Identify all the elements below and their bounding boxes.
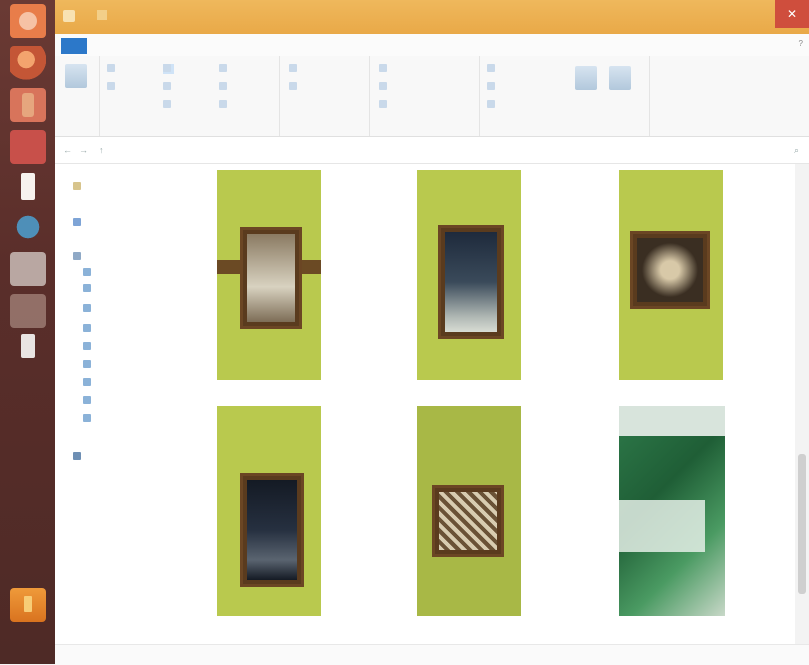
nav-item-favorites[interactable]: [73, 182, 84, 194]
videos-icon: [83, 360, 91, 368]
nav-item-videos[interactable]: [83, 360, 94, 372]
nav-item-this-pc[interactable]: [73, 252, 84, 264]
nav-item-drive[interactable]: [83, 396, 94, 408]
breadcrumb[interactable]: [123, 145, 147, 154]
document-icon[interactable]: [10, 170, 46, 204]
ribbon-item[interactable]: [219, 82, 230, 92]
dash-home-icon[interactable]: [10, 4, 46, 38]
photo-thumbnail: [417, 406, 521, 616]
navigation-pane: [55, 164, 205, 644]
nav-item-pictures[interactable]: [83, 342, 94, 354]
nav-item-drive[interactable]: [83, 414, 94, 426]
ribbon-item[interactable]: [219, 100, 230, 110]
file-list: [205, 164, 795, 644]
photo-thumbnail: [619, 406, 725, 616]
ribbon-item[interactable]: [487, 82, 498, 92]
documents-icon: [83, 284, 91, 292]
network-icon: [73, 452, 81, 460]
text-editor-icon[interactable]: [10, 330, 46, 364]
photo-thumbnail: [417, 170, 521, 380]
vertical-scrollbar[interactable]: [795, 164, 809, 644]
select-group: [479, 56, 650, 136]
cloud-icon: [73, 218, 81, 226]
tab-share[interactable]: [133, 38, 155, 54]
software-center-icon[interactable]: [10, 130, 46, 164]
ribbon: [55, 56, 809, 137]
tab-view[interactable]: [163, 38, 185, 54]
trash-icon[interactable]: [10, 588, 46, 622]
tab-file[interactable]: [61, 38, 87, 54]
ribbon-item[interactable]: [163, 100, 174, 110]
photo-thumbnail: [217, 406, 321, 616]
nav-item-documents[interactable]: [83, 284, 94, 296]
nav-item-onedrive[interactable]: [73, 218, 84, 230]
photo-thumbnail: [619, 170, 723, 380]
file-thumbnail[interactable]: [619, 406, 725, 616]
nav-item-music[interactable]: [83, 324, 94, 336]
launcher: [0, 0, 55, 664]
desktop-icon: [83, 268, 91, 276]
ribbon-item[interactable]: [107, 64, 118, 74]
photo-thumbnail: [217, 170, 321, 380]
properties-button[interactable]: [571, 64, 601, 112]
clipboard-group: [55, 56, 100, 136]
file-thumbnail[interactable]: [417, 170, 521, 380]
file-thumbnail[interactable]: [417, 406, 521, 616]
drive-icon: [83, 378, 91, 386]
ribbon-item[interactable]: [379, 82, 390, 92]
ribbon-item[interactable]: [219, 64, 230, 74]
ribbon-tabs: ?: [55, 34, 809, 56]
ribbon-item[interactable]: [289, 82, 300, 92]
browser-icon[interactable]: [10, 210, 46, 244]
files-app-icon[interactable]: [10, 88, 46, 122]
search-icon[interactable]: ⌕: [794, 145, 799, 156]
star-icon: [73, 182, 81, 190]
remote-desktop-icon[interactable]: [10, 252, 46, 286]
folder-icon: [63, 10, 75, 22]
ribbon-item[interactable]: [163, 82, 174, 92]
music-icon: [83, 324, 91, 332]
drive-icon: [83, 414, 91, 422]
file-thumbnail[interactable]: [217, 406, 321, 616]
quick-access-toolbar-icon[interactable]: [97, 10, 107, 20]
nav-item-network[interactable]: [73, 452, 84, 464]
up-button[interactable]: ↑: [99, 145, 104, 155]
ribbon-item[interactable]: [487, 100, 498, 110]
ribbon-item[interactable]: [379, 64, 390, 74]
open-button[interactable]: [605, 64, 635, 112]
status-bar: [55, 644, 809, 665]
nav-item-local-disk[interactable]: [83, 378, 94, 390]
search-input[interactable]: [671, 143, 791, 157]
ribbon-item[interactable]: [487, 64, 498, 74]
ribbon-item[interactable]: [289, 64, 300, 74]
back-button[interactable]: ←: [63, 145, 72, 155]
nav-item-downloads[interactable]: [83, 304, 94, 316]
app-icon[interactable]: [10, 294, 46, 328]
tab-home[interactable]: [99, 38, 121, 54]
scrollbar-thumb[interactable]: [798, 454, 806, 594]
downloads-icon: [83, 304, 91, 312]
organize-group: [99, 56, 280, 136]
pictures-icon: [83, 342, 91, 350]
ribbon-item[interactable]: [107, 82, 118, 92]
firefox-icon[interactable]: [10, 46, 46, 80]
file-thumbnail[interactable]: [619, 170, 723, 380]
forward-button[interactable]: →: [79, 145, 88, 155]
address-bar: ← → ↑ ⌕: [55, 137, 809, 164]
file-thumbnail[interactable]: [217, 170, 321, 380]
help-icon[interactable]: ?: [799, 39, 803, 48]
pin-to-quick-access-button[interactable]: [61, 62, 91, 110]
new-group: [279, 56, 370, 136]
title-bar: ✕: [55, 0, 809, 34]
ribbon-item[interactable]: [163, 64, 174, 74]
computer-icon: [73, 252, 81, 260]
file-explorer-window: ✕ ? ← → ↑ ⌕: [55, 0, 809, 665]
open-group: [369, 56, 480, 136]
ribbon-item[interactable]: [379, 100, 390, 110]
close-button[interactable]: ✕: [775, 0, 809, 28]
drive-icon: [83, 396, 91, 404]
nav-item-desktop[interactable]: [83, 268, 94, 280]
